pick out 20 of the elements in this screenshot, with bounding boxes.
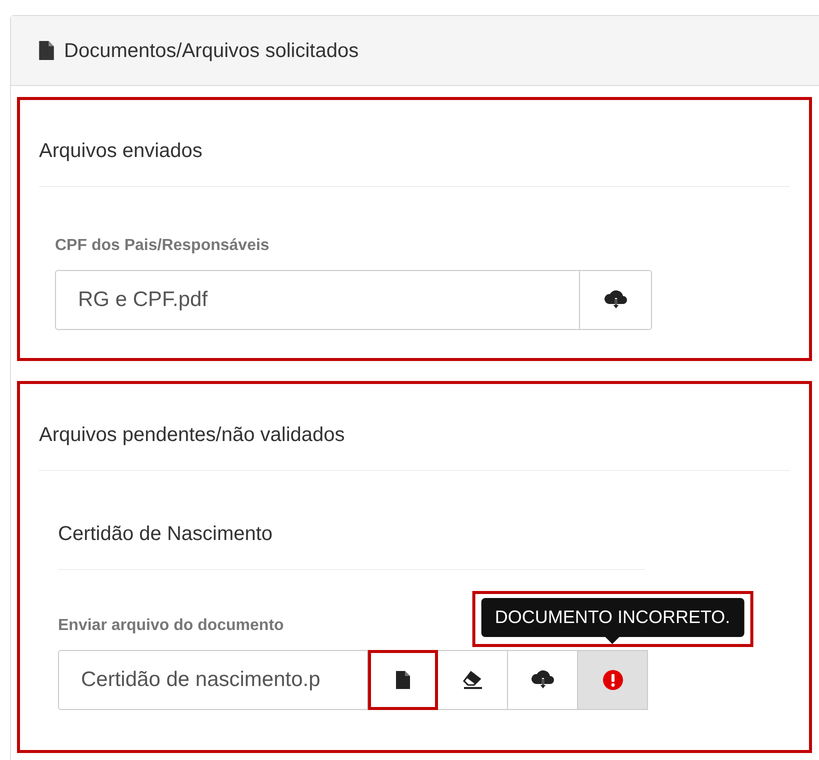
file-button[interactable]: [368, 650, 438, 710]
download-button[interactable]: [580, 270, 652, 330]
error-icon: [602, 670, 622, 690]
file-name-field[interactable]: RG e CPF.pdf: [55, 270, 580, 330]
file-icon: [39, 41, 54, 60]
download-button[interactable]: [508, 650, 578, 710]
cloud-download-icon: [530, 670, 554, 690]
cloud-download-icon: [604, 290, 628, 310]
section-title: Arquivos pendentes/não validados: [39, 384, 790, 471]
tooltip-text: DOCUMENTO INCORRETO.: [480, 598, 744, 637]
section-title: Arquivos enviados: [39, 100, 790, 187]
eraser-icon: [462, 671, 482, 689]
tooltip-arrow: [606, 637, 620, 644]
document-title: Certidão de Nascimento: [58, 519, 645, 570]
file-name-field[interactable]: Certidão de nascimento.p: [58, 650, 368, 710]
panel-title: Documentos/Arquivos solicitados: [64, 38, 359, 64]
file-icon: [396, 671, 410, 689]
clear-button[interactable]: [438, 650, 508, 710]
field-label: Enviar arquivo do documento: [58, 616, 284, 636]
field-label: CPF dos Pais/Responsáveis: [55, 236, 270, 256]
